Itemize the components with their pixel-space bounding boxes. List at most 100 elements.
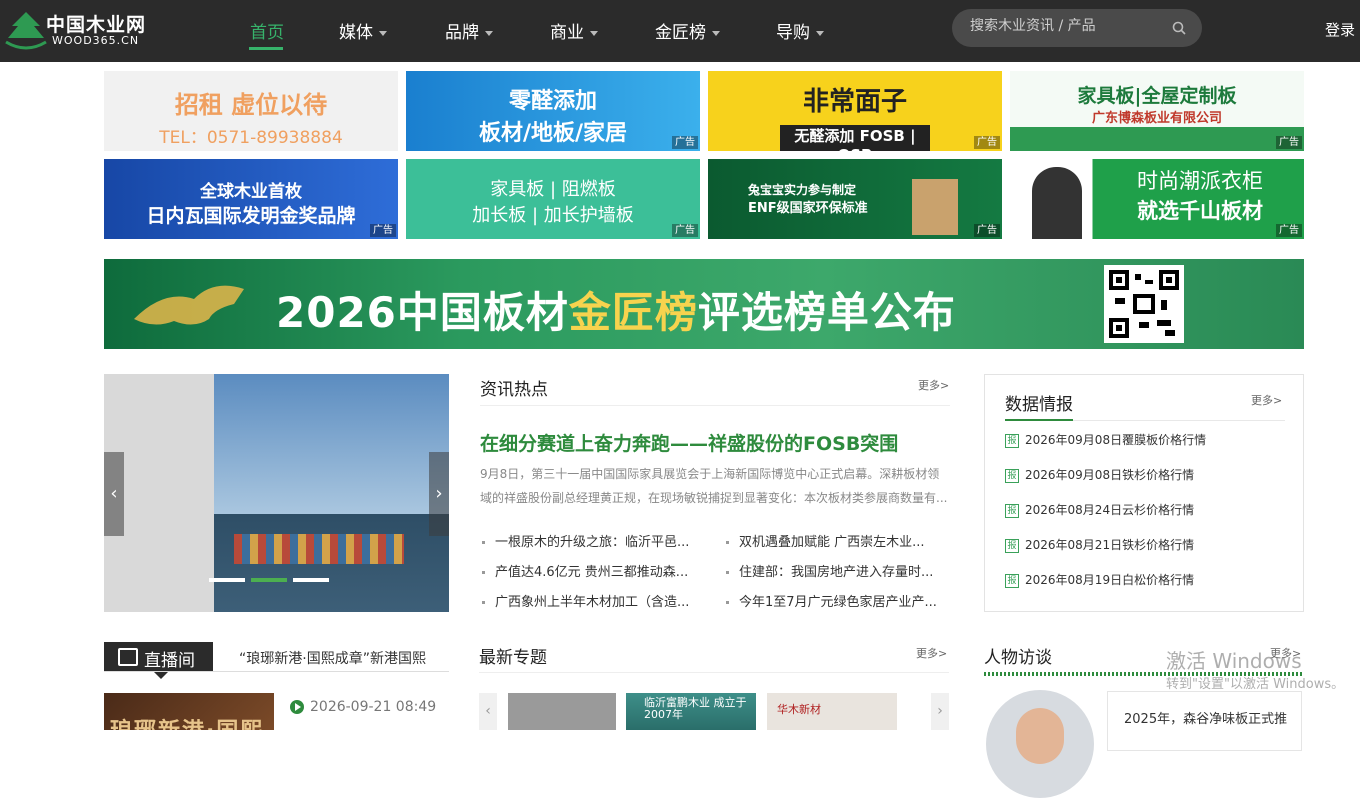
ad-zero-formaldehyde[interactable]: 零醛添加 板材/地板/家居 广告 [406, 71, 700, 151]
report-item[interactable]: 报 2026年08月24日云杉价格行情 [1005, 501, 1194, 518]
live-time-text: 2026-09-21 08:49 [310, 699, 437, 715]
slide-sky [214, 374, 449, 514]
ad-bosen[interactable]: 家具板|全屋定制板 广东博森板业有限公司 广告 [1010, 71, 1304, 151]
ad-line1: 家具板|全屋定制板 [1077, 85, 1237, 107]
topics-next-arrow[interactable]: › [931, 693, 949, 730]
report-icon: 报 [1005, 433, 1019, 448]
board-sample-image [912, 179, 958, 235]
nav-home[interactable]: 首页 [250, 18, 284, 43]
live-room-tab[interactable]: 直播间 [104, 642, 213, 679]
news-item[interactable]: 今年1至7月广元绿色家居产业产... [726, 591, 936, 610]
ad-line1: 全球木业首枚 [200, 182, 302, 202]
report-item-label: 2026年08月21日铁杉价格行情 [1025, 538, 1195, 552]
slider-prev-arrow[interactable]: ‹ [104, 452, 124, 536]
nav-guide-label: 导购 [776, 23, 810, 43]
ad-line2: 无醛添加 FOSB | OSB [780, 125, 930, 151]
ad-tag: 广告 [672, 136, 698, 149]
interview-section-title: 人物访谈 [984, 648, 1052, 668]
news-section-title: 资讯热点 [480, 380, 548, 400]
topics-section-title: 最新专题 [479, 648, 547, 668]
tree-logo-icon [5, 12, 47, 50]
ad-geneva-gold[interactable]: 全球木业首枚 日内瓦国际发明金奖品牌 广告 [104, 159, 398, 239]
report-item-label: 2026年09月08日铁杉价格行情 [1025, 468, 1195, 482]
chevron-down-icon [379, 30, 387, 36]
ad-line2: 加长板 | 加长护墙板 [472, 205, 634, 226]
chevron-down-icon [485, 30, 493, 36]
report-item[interactable]: 报 2026年08月21日铁杉价格行情 [1005, 536, 1194, 553]
ad-tag: 广告 [1276, 136, 1302, 149]
ad-line1: 招租 虚位以待 [174, 91, 328, 119]
divider [479, 672, 949, 673]
topic-card-text: 华木新材 [777, 703, 821, 716]
nav-brand[interactable]: 品牌 [445, 18, 493, 43]
title-underline [1005, 419, 1073, 421]
headline-summary: 9月8日，第三十一届中国国际家具展览会于上海新国际博览中心正式启幕。深耕板材领域… [480, 467, 948, 505]
search-icon[interactable] [1172, 21, 1186, 35]
banner-title-part: 评选榜单公布 [697, 288, 956, 337]
nav-business[interactable]: 商业 [550, 18, 598, 43]
news-more-link[interactable]: 更多> [918, 377, 949, 393]
topic-card[interactable]: 华木新材 [767, 693, 897, 730]
ad-line2: ENF级国家环保标准 [748, 201, 868, 216]
news-item[interactable]: 住建部：我国房地产进入存量时... [726, 561, 936, 580]
ad-feichang[interactable]: 非常面子 无醛添加 FOSB | OSB 广告 [708, 71, 1002, 151]
interviewee-avatar[interactable] [986, 690, 1094, 798]
ad-qianshan[interactable]: 时尚潮派衣柜 就选千山板材 广告 [1010, 159, 1304, 239]
live-tv-icon [118, 648, 138, 666]
nav-media[interactable]: 媒体 [339, 18, 387, 43]
news-item[interactable]: 产值达4.6亿元 贵州三都推动森... [482, 561, 692, 580]
nav-business-label: 商业 [550, 23, 584, 43]
headline-slider[interactable]: ‹ › [104, 374, 449, 612]
report-item[interactable]: 报 2026年08月19日白松价格行情 [1005, 571, 1194, 588]
news-item[interactable]: 广西象州上半年木材加工（含造... [482, 591, 692, 610]
topics-prev-arrow[interactable]: ‹ [479, 693, 497, 730]
gold-list-banner[interactable]: 2026中国板材金匠榜评选榜单公布 [104, 259, 1304, 349]
live-time: 2026-09-21 08:49 [290, 699, 436, 715]
banner-title-gold: 金匠榜 [568, 288, 698, 337]
ad-line1: 家具板 | 阻燃板 [490, 179, 616, 200]
search-input[interactable] [970, 18, 1160, 34]
ad-line2: 就选千山板材 [1137, 199, 1263, 223]
search-box [952, 9, 1202, 47]
nav-active-underline [249, 47, 283, 50]
divider [104, 671, 449, 672]
topic-card[interactable] [508, 693, 616, 730]
data-report-more-link[interactable]: 更多> [1251, 392, 1282, 408]
banner-title-part: 2026中国板材 [276, 288, 569, 337]
face [1016, 708, 1064, 764]
slider-dot[interactable] [293, 578, 329, 582]
chevron-down-icon [712, 30, 720, 36]
divider [480, 405, 950, 406]
ad-line2: 板材/地板/家居 [478, 121, 628, 146]
news-item[interactable]: 双机遇叠加赋能 广西崇左木业... [726, 531, 936, 550]
news-item[interactable]: 一根原木的升级之旅：临沂平邑... [482, 531, 692, 550]
site-logo[interactable]: 中国木业网 WOOD365.CN [4, 8, 154, 52]
slider-dot[interactable] [209, 578, 245, 582]
live-thumbnail[interactable]: 琅琊新港·国熙成章 [104, 693, 274, 730]
report-item[interactable]: 报 2026年09月08日铁杉价格行情 [1005, 466, 1194, 483]
report-item[interactable]: 报 2026年09月08日覆膜板价格行情 [1005, 431, 1206, 448]
ad-rent-slot[interactable]: 招租 虚位以待 TEL：0571-89938884 [104, 71, 398, 151]
ad-tag: 广告 [370, 224, 396, 237]
slider-next-arrow[interactable]: › [429, 452, 449, 536]
nav-shopping-guide[interactable]: 导购 [776, 18, 824, 43]
ad-tubao-enf[interactable]: 兔宝宝实力参与制定 ENF级国家环保标准 广告 [708, 159, 1002, 239]
ad-tag: 广告 [974, 224, 1000, 237]
logo-text: 中国木业网 [46, 14, 147, 36]
slider-dot-active[interactable] [251, 578, 287, 582]
topic-card[interactable]: 临沂富鹏木业 成立于2007年 [626, 693, 756, 730]
nav-gold-list-label: 金匠榜 [655, 23, 706, 43]
topics-more-link[interactable]: 更多> [916, 645, 947, 661]
ad-line2: 日内瓦国际发明金奖品牌 [146, 205, 356, 227]
login-link[interactable]: 登录 [1325, 19, 1355, 40]
live-thumbnail-text: 琅琊新港·国熙成章 [110, 713, 274, 730]
nav-gold-list[interactable]: 金匠榜 [655, 18, 720, 43]
interview-quote[interactable]: 2025年，森谷净味板正式推 [1107, 691, 1302, 751]
headline-link[interactable]: 在细分赛道上奋力奔跑——祥盛股份的FOSB突围 [480, 429, 898, 456]
slider-dots [209, 567, 335, 586]
ad-line1: 零醛添加 [508, 89, 597, 114]
ad-tag: 广告 [672, 224, 698, 237]
play-icon [290, 700, 304, 714]
live-news-link[interactable]: “琅琊新港·国熙成章”新港国熙 [239, 648, 431, 668]
ad-furniture-board[interactable]: 家具板 | 阻燃板 加长板 | 加长护墙板 广告 [406, 159, 700, 239]
